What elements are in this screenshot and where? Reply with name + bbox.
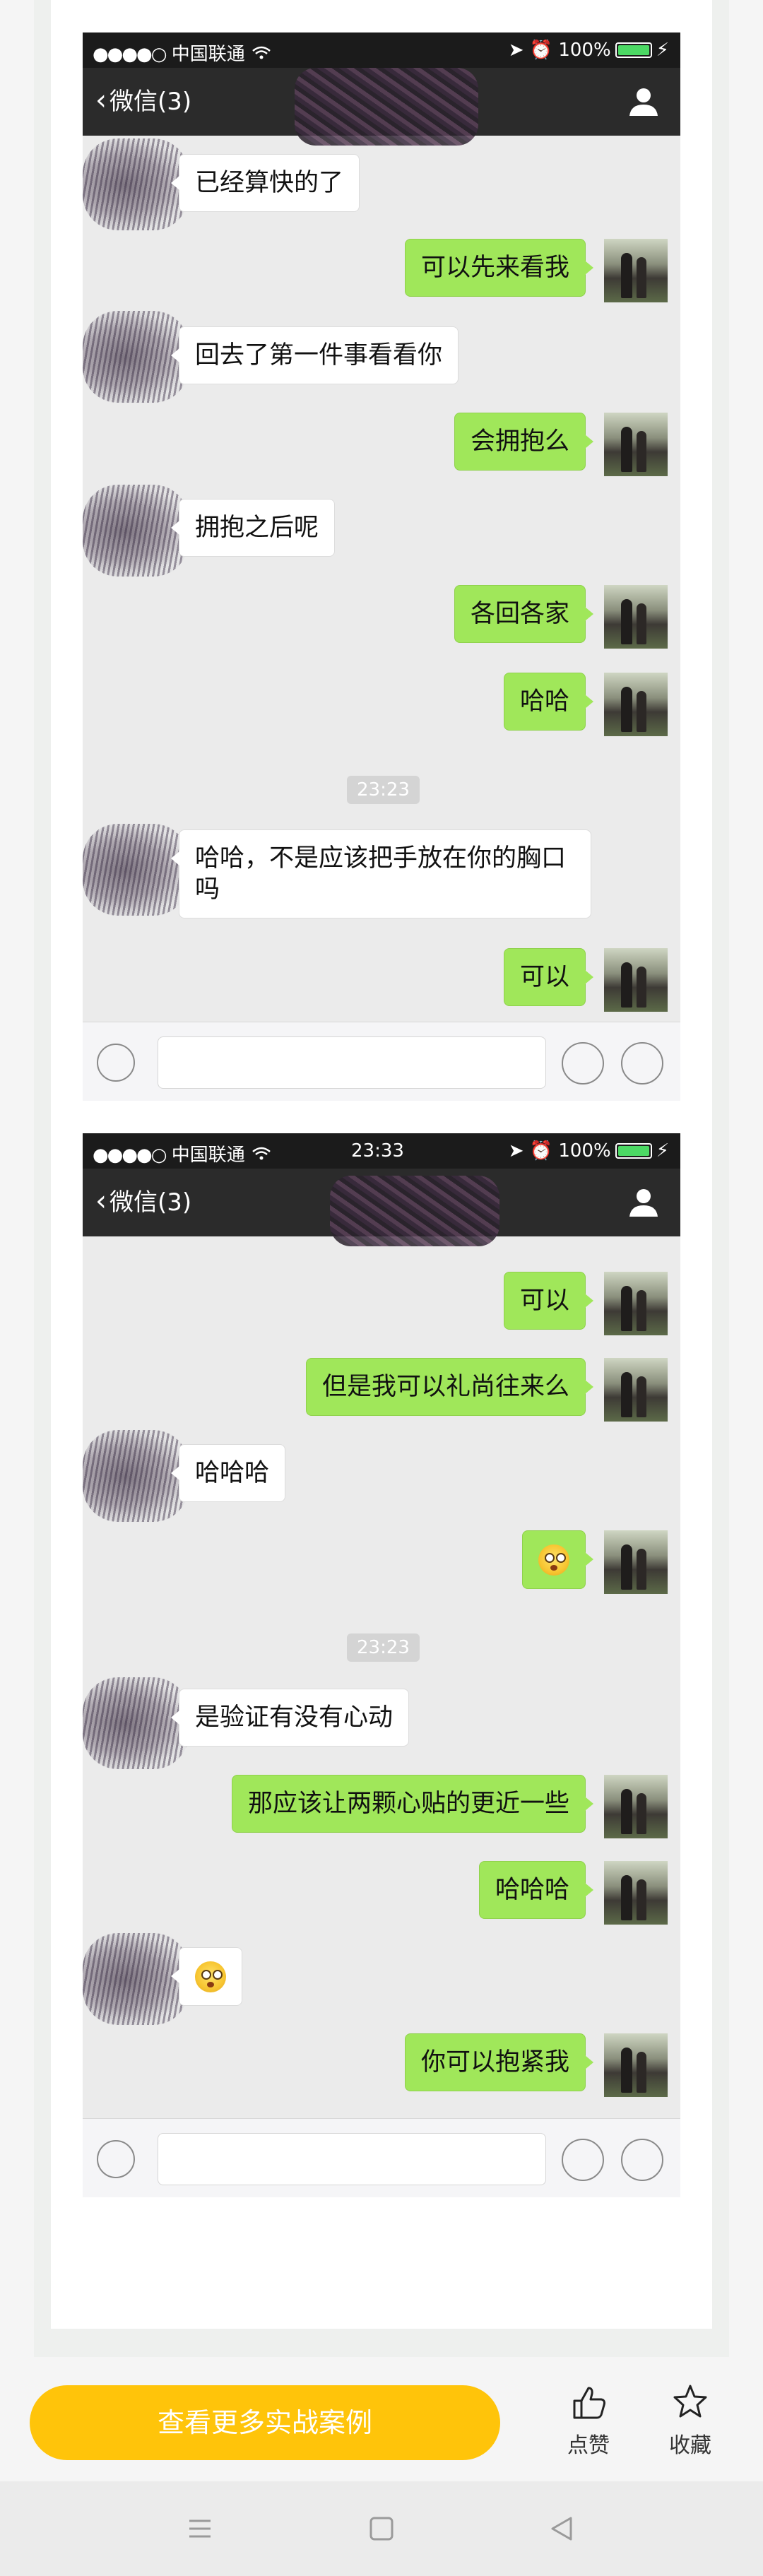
flushed-face-emoji-icon [538,1544,569,1576]
contact-info-icon[interactable] [628,1187,659,1218]
outgoing-message: 可以 [503,1272,594,1330]
emoji-icon[interactable] [562,2139,604,2181]
status-right: ➤ ⏰ 100% ⚡ [509,40,669,61]
incoming-message: 拥抱之后呢 [170,499,336,557]
like-label: 点赞 [567,2433,610,2458]
chat-screenshot-2: ●●●●○ 中国联通 23:33 ➤ ⏰ 100% ⚡ ‹ 微信(3) 可以 但是我… [83,1133,680,2197]
my-avatar[interactable] [604,673,668,736]
outgoing-message: 可以先来看我 [404,239,594,297]
outgoing-message: 你可以抱紧我 [404,2033,594,2091]
outgoing-message: 会拥抱么 [454,413,594,471]
carrier-label: 中国联通 [171,1145,245,1166]
voice-icon[interactable] [97,1044,135,1082]
system-nav-bar [0,2481,763,2576]
signal-icon: ●●●●○ [93,1145,167,1166]
incoming-message: 哈哈哈 [170,1444,286,1502]
wifi-icon [252,1145,271,1166]
back-triangle-icon[interactable] [545,2512,578,2545]
chat-input-bar [83,1022,680,1101]
plus-icon[interactable] [621,2139,663,2181]
my-avatar[interactable] [604,413,668,476]
incoming-message: 哈哈，不是应该把手放在你的胸口吗 [171,829,591,918]
charging-icon: ⚡ [656,1140,669,1162]
my-avatar[interactable] [604,2033,668,2097]
back-label: 微信(3) [110,1188,192,1217]
alarm-icon: ⏰ [529,1140,553,1162]
outgoing-message: 那应该让两颗心贴的更近一些 [231,1775,594,1833]
back-button[interactable]: ‹ 微信(3) [95,1187,191,1217]
outgoing-message [522,1530,593,1589]
location-icon: ➤ [508,40,524,61]
my-avatar[interactable] [604,948,668,1012]
outgoing-message: 哈哈 [503,673,594,731]
wifi-icon [252,44,271,65]
outgoing-message: 各回各家 [454,585,594,643]
battery-label: 100% [558,1140,611,1162]
thumbs-up-icon [573,2387,605,2419]
my-avatar[interactable] [604,1775,668,1838]
redaction-scribble [295,68,478,146]
star-icon [673,2385,707,2418]
carrier-label: 中国联通 [171,44,245,65]
message-input[interactable] [158,1036,546,1089]
my-avatar[interactable] [604,1861,668,1925]
emoji-icon[interactable] [562,1042,604,1085]
chevron-left-icon: ‹ [95,84,107,117]
my-avatar[interactable] [604,1358,668,1422]
signal-icon: ●●●●○ [93,44,167,65]
outgoing-message: 但是我可以礼尚往来么 [305,1358,594,1416]
battery-label: 100% [558,40,611,61]
back-label: 微信(3) [110,88,192,116]
battery-icon [615,1143,652,1159]
chat-navbar: ‹ 微信(3) [83,68,680,146]
redaction-scribble [330,1176,499,1246]
chat-timestamp: 23:23 [347,776,420,804]
location-icon: ➤ [508,1140,524,1162]
status-bar: ●●●●○ 中国联通 ➤ ⏰ 100% ⚡ [83,33,680,68]
home-icon[interactable] [365,2512,398,2545]
message-input[interactable] [158,2133,546,2185]
incoming-message: 是验证有没有心动 [170,1689,410,1747]
battery-icon [615,42,652,58]
chevron-left-icon: ‹ [95,1185,107,1217]
outgoing-message: 哈哈哈 [478,1861,594,1919]
menu-icon[interactable] [184,2512,216,2545]
status-time: 23:33 [351,1140,404,1162]
incoming-message: 已经算快的了 [170,154,360,212]
contact-info-icon[interactable] [628,86,659,117]
chat-input-bar [83,2118,680,2197]
favorite-button[interactable]: 收藏 [651,2382,729,2459]
like-button[interactable]: 点赞 [550,2382,627,2459]
back-button[interactable]: ‹ 微信(3) [95,86,191,116]
flushed-face-emoji-icon [195,1961,226,1992]
my-avatar[interactable] [604,585,668,649]
charging-icon: ⚡ [656,40,669,61]
alarm-icon: ⏰ [529,40,553,61]
my-avatar[interactable] [604,1272,668,1335]
chat-navbar: ‹ 微信(3) [83,1169,680,1246]
chat-screenshot-1: ●●●●○ 中国联通 ➤ ⏰ 100% ⚡ ‹ 微信(3) 已经算快的了 可以先来看… [83,33,680,1101]
my-avatar[interactable] [604,1530,668,1594]
view-more-cases-button[interactable]: 查看更多实战案例 [30,2385,500,2460]
status-bar: ●●●●○ 中国联通 23:33 ➤ ⏰ 100% ⚡ [83,1133,680,1169]
incoming-message [171,1947,242,2006]
incoming-message: 回去了第一件事看看你 [170,326,459,384]
contact-avatar[interactable] [83,824,189,916]
outgoing-message: 可以 [503,948,594,1006]
favorite-label: 收藏 [669,2433,711,2458]
status-right: ➤ ⏰ 100% ⚡ [509,1140,669,1162]
my-avatar[interactable] [604,239,668,302]
chat-timestamp: 23:23 [347,1633,420,1662]
voice-icon[interactable] [97,2140,135,2178]
plus-icon[interactable] [621,1042,663,1085]
